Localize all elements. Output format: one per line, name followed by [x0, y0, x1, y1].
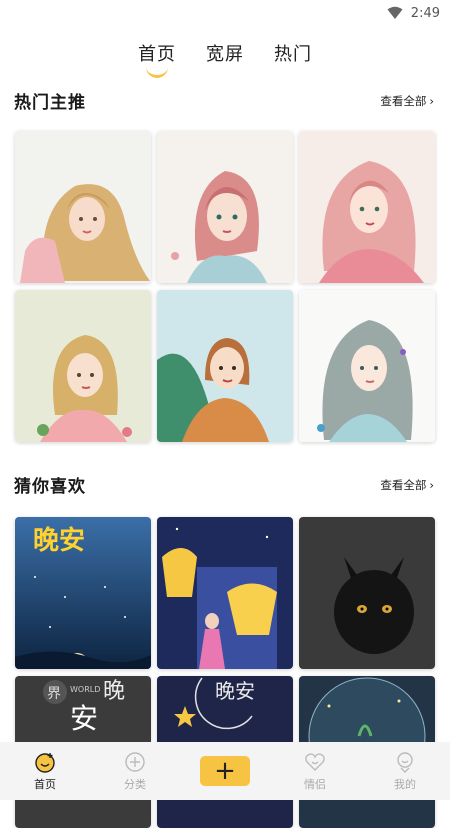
status-bar: 2:49: [0, 0, 450, 26]
hot-section-title: 热门主推: [14, 93, 86, 113]
wallpaper-card[interactable]: [299, 131, 435, 283]
night-char-text: 晚: [103, 679, 125, 704]
tab-widescreen[interactable]: 宽屏: [206, 40, 244, 66]
chevron-right-icon: ›: [429, 93, 434, 108]
chevron-right-icon: ›: [429, 477, 434, 492]
wallpaper-card[interactable]: [157, 131, 293, 283]
nav-category-label: 分类: [124, 777, 146, 791]
wallpaper-card[interactable]: [299, 290, 435, 442]
girl-silver-hair-portrait-image: [299, 290, 435, 442]
wallpaper-card[interactable]: [157, 290, 293, 442]
black-cat-photo-image: [299, 517, 435, 669]
profile-icon: [397, 751, 413, 773]
nav-profile[interactable]: 我的: [370, 751, 440, 792]
wallpaper-card[interactable]: [157, 517, 293, 669]
home-face-icon: [35, 752, 55, 773]
nav-category[interactable]: 分类: [100, 751, 170, 792]
status-time: 2:49: [410, 5, 440, 21]
guess-section-title: 猜你喜欢: [14, 477, 86, 497]
bottom-nav: 首页 分类 + 情侣 我的: [0, 742, 450, 800]
nav-home-label: 首页: [34, 777, 56, 791]
girl-blonde-portrait-image: [15, 131, 151, 283]
top-tabs: 首页 宽屏 热门: [0, 26, 450, 78]
tab-hot[interactable]: 热门: [274, 40, 312, 66]
nav-couple[interactable]: 情侣: [280, 751, 350, 792]
nav-home[interactable]: 首页: [10, 751, 80, 792]
see-all-label: 查看全部: [380, 477, 427, 492]
good-night-text: 晚安: [33, 526, 85, 556]
see-all-label: 查看全部: [380, 93, 427, 108]
good-night-vertical-text: 晚安: [215, 679, 255, 703]
good-night-sky-image: 晚安: [15, 517, 151, 669]
hot-see-all-link[interactable]: 查看全部 ›: [380, 93, 434, 109]
couple-heart-icon: [305, 752, 325, 771]
world-char-text: 界: [47, 686, 61, 702]
nav-add[interactable]: +: [190, 756, 260, 786]
lanterns-girl-illustration-image: [157, 517, 293, 669]
girl-blonde-flowers-portrait-image: [15, 290, 151, 442]
wallpaper-card[interactable]: [299, 517, 435, 669]
world-label-text: WORLD: [70, 685, 100, 694]
wallpaper-card[interactable]: 晚安: [15, 517, 151, 669]
nav-couple-label: 情侣: [304, 777, 326, 791]
girl-pink-curls-portrait-image: [299, 131, 435, 283]
girl-orange-jacket-portrait-image: [157, 290, 293, 442]
wallpaper-card[interactable]: [15, 131, 151, 283]
peace-char-text: 安: [70, 702, 98, 735]
category-icon: [125, 751, 145, 772]
hot-section: 热门主推 查看全部 ›: [0, 88, 450, 442]
tab-home[interactable]: 首页: [138, 40, 176, 66]
wallpaper-card[interactable]: [15, 290, 151, 442]
girl-pink-hair-portrait-image: [157, 131, 293, 283]
plus-icon: +: [200, 756, 250, 786]
nav-profile-label: 我的: [394, 777, 416, 791]
guess-see-all-link[interactable]: 查看全部 ›: [380, 477, 434, 493]
wifi-icon: [387, 6, 403, 19]
